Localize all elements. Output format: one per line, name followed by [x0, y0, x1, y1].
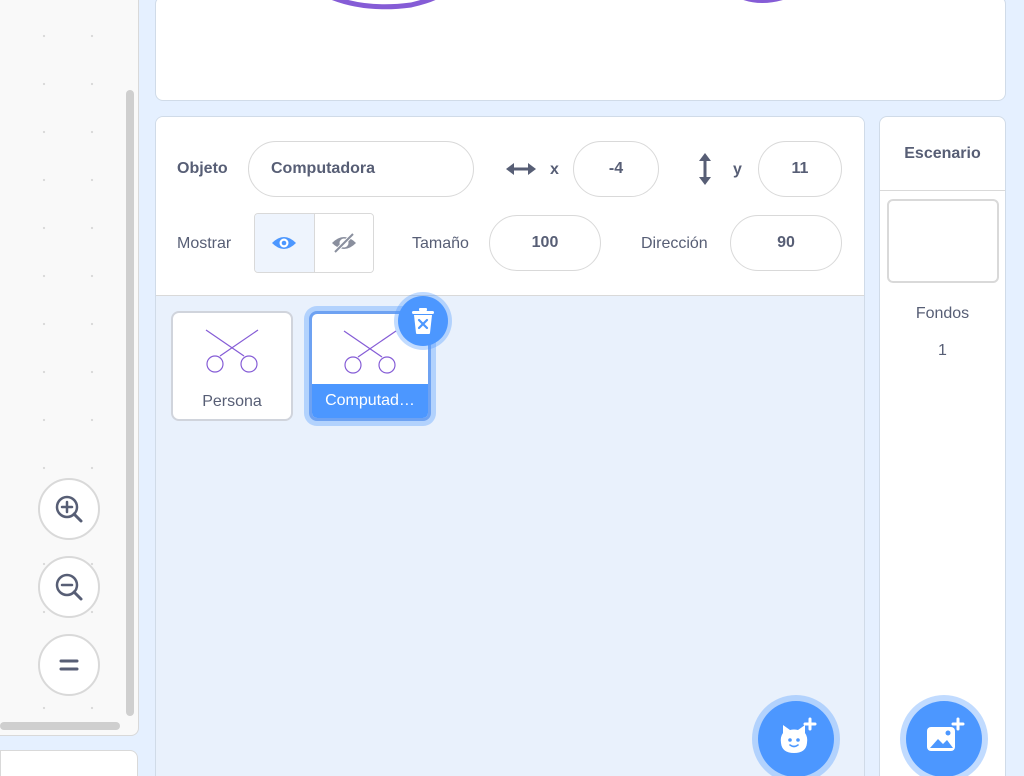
sprite-info-panel: Objeto Computadora x -4 y 11 Mostrar Tam…	[156, 117, 864, 296]
size-label: Tamaño	[412, 235, 469, 252]
code-workspace[interactable]	[0, 0, 139, 736]
zoom-out-button[interactable]	[38, 556, 100, 618]
y-label: y	[733, 161, 742, 178]
backpack-panel[interactable]	[0, 750, 138, 776]
backdrops-count: 1	[938, 342, 947, 359]
stage-canvas[interactable]	[155, 0, 1006, 101]
sprite-tile-label: Computad…	[312, 384, 428, 418]
scissors-sprite-icon	[205, 329, 259, 373]
equals-icon	[59, 659, 79, 671]
image-plus-icon	[927, 717, 965, 751]
direction-label: Dirección	[641, 235, 708, 252]
vertical-arrows-icon	[695, 153, 715, 190]
size-input[interactable]: 100	[489, 215, 601, 271]
horizontal-scrollbar[interactable]	[0, 722, 120, 730]
stage-title: Escenario	[880, 117, 1005, 191]
show-sprite-button[interactable]	[255, 214, 314, 272]
stage-thumbnail[interactable]	[887, 199, 999, 283]
choose-sprite-button[interactable]	[758, 701, 834, 776]
eye-slash-icon	[331, 232, 356, 254]
sprite-label: Objeto	[177, 160, 228, 177]
delete-sprite-button[interactable]	[398, 296, 448, 346]
vertical-scrollbar[interactable]	[126, 90, 134, 716]
y-position-input[interactable]: 11	[758, 141, 842, 197]
zoom-in-icon	[55, 495, 83, 523]
stage-selector[interactable]: Escenario Fondos 1	[879, 116, 1006, 776]
stage-sprite-art	[331, 0, 783, 10]
direction-input[interactable]: 90	[730, 215, 842, 271]
sprite-name-input[interactable]: Computadora	[248, 141, 474, 197]
horizontal-arrows-icon	[506, 159, 536, 184]
zoom-out-icon	[55, 573, 83, 601]
cat-plus-icon	[780, 717, 817, 753]
x-label: x	[550, 161, 559, 178]
show-label: Mostrar	[177, 235, 232, 252]
eye-icon	[272, 237, 297, 249]
zoom-reset-button[interactable]	[38, 634, 100, 696]
x-position-input[interactable]: -4	[573, 141, 659, 197]
sprite-tile-label: Persona	[202, 393, 262, 410]
scissors-sprite-icon	[343, 330, 397, 374]
zoom-in-button[interactable]	[38, 478, 100, 540]
sprite-tile-persona[interactable]: Persona	[171, 311, 293, 421]
visibility-toggle	[254, 213, 374, 273]
hide-sprite-button[interactable]	[313, 214, 373, 272]
choose-backdrop-button[interactable]	[906, 701, 982, 776]
sprite-thumbnail	[173, 313, 291, 389]
sprite-pane: Objeto Computadora x -4 y 11 Mostrar Tam…	[155, 116, 865, 776]
backdrops-label: Fondos	[915, 305, 970, 322]
trash-icon	[412, 308, 434, 334]
